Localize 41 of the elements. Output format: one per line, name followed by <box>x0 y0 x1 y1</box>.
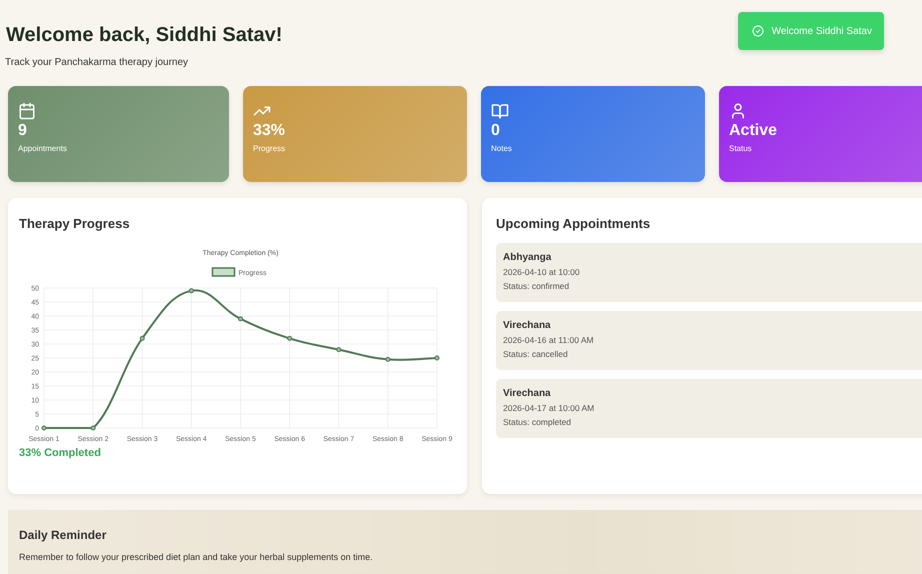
appointment-status: Status: confirmed <box>503 281 570 291</box>
appointment-time: 2026-04-17 at 10:00 AM <box>503 403 596 413</box>
appointment-name: Abhyanga <box>503 252 552 263</box>
stat-label: Progress <box>253 144 286 153</box>
data-point <box>140 336 145 341</box>
appointment-status: Status: cancelled <box>503 349 569 359</box>
completion-text: 33% Completed <box>19 447 102 459</box>
reminder-text: Remember to follow your prescribed diet plan and take your herbal supplements on time. <box>19 552 374 562</box>
appointment-item[interactable]: Virechana 2026-04-17 at 10:00 AM Status: completed <box>496 379 922 438</box>
data-point <box>90 426 96 430</box>
check-circle-icon <box>752 25 764 37</box>
appointment-item[interactable]: Abhyanga 2026-04-10 at 10:00 Status: confirmed <box>496 243 922 302</box>
appointment-time: 2026-04-10 at 10:00 <box>503 267 581 277</box>
card-title: Therapy Progress <box>19 216 131 231</box>
data-point <box>287 336 292 341</box>
stat-label: Notes <box>491 144 512 153</box>
toast-text: Welcome Siddhi Satav <box>772 26 872 36</box>
appointment-item[interactable]: Virechana 2026-04-16 at 11:00 AM Status: cancelled <box>496 311 922 370</box>
stat-value: 0 <box>491 122 500 140</box>
book-icon <box>491 102 509 120</box>
data-point <box>434 356 440 360</box>
data-point <box>385 356 390 362</box>
stat-value: 33% <box>253 122 286 140</box>
reminder-title: Daily Reminder <box>19 528 108 542</box>
appointment-status: Status: completed <box>503 417 572 427</box>
subtitle: Track your Panchakarma therapy journey <box>5 57 190 68</box>
data-point <box>238 316 243 322</box>
welcome-heading: Welcome back, Siddhi Satav! <box>6 24 282 47</box>
data-point <box>188 288 194 294</box>
data-point <box>336 347 342 352</box>
appointment-name: Virechana <box>503 388 552 399</box>
stat-value: 9 <box>18 122 27 140</box>
data-point <box>42 426 46 430</box>
stat-value: Active <box>729 122 778 140</box>
appointment-time: 2026-04-16 at 11:00 AM <box>503 335 595 345</box>
calendar-icon <box>18 102 36 120</box>
card-title: Upcoming Appointments <box>496 216 652 231</box>
stat-label: Status <box>729 144 752 153</box>
user-icon <box>729 102 747 120</box>
appointment-name: Virechana <box>503 320 552 331</box>
stat-label: Appointments <box>18 144 67 153</box>
